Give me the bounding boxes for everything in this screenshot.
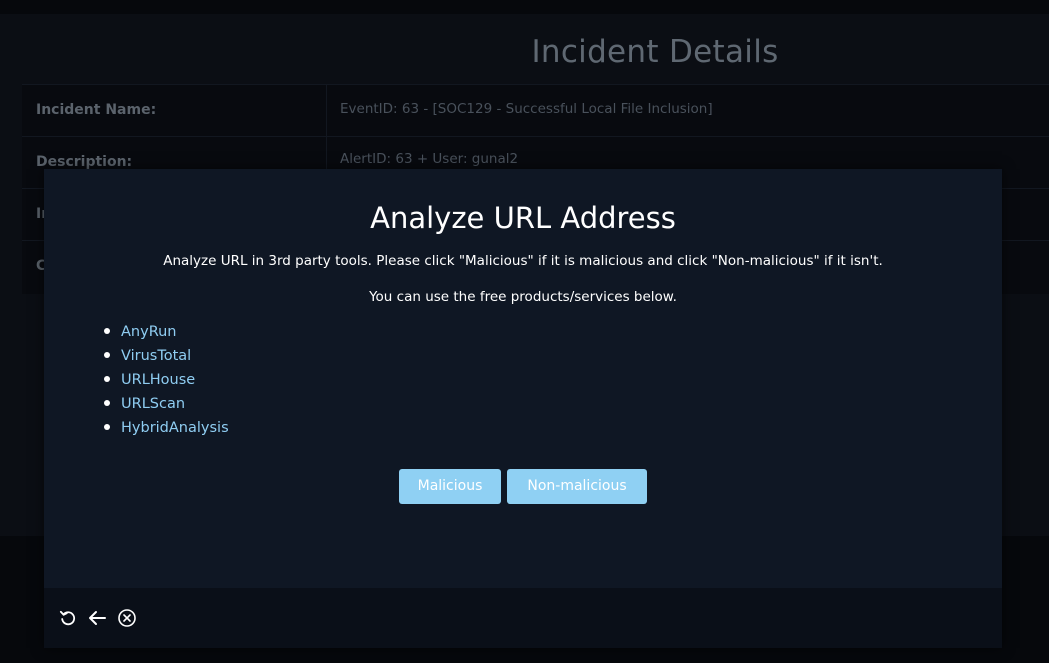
tool-link-hybridanalysis[interactable]: HybridAnalysis <box>121 420 229 436</box>
modal-instructions: Analyze URL in 3rd party tools. Please c… <box>163 253 883 269</box>
list-item: AnyRun <box>102 319 229 343</box>
list-item: HybridAnalysis <box>102 415 229 439</box>
bullet-icon <box>104 352 110 358</box>
tools-list: AnyRun VirusTotal URLHouse URLScan Hybri… <box>102 319 229 439</box>
tool-link-urlhouse[interactable]: URLHouse <box>121 372 195 388</box>
bullet-icon <box>104 376 110 382</box>
tool-link-virustotal[interactable]: VirusTotal <box>121 348 191 364</box>
modal-title: Analyze URL Address <box>370 201 676 235</box>
row-label: Incident Name: <box>36 102 157 118</box>
page-title: Incident Details <box>531 34 779 70</box>
bullet-icon <box>104 328 110 334</box>
row-value: AlertID: 63 + User: gunal2 <box>340 151 519 167</box>
row-value: EventID: 63 - [SOC129 - Successful Local… <box>340 101 713 117</box>
list-item: VirusTotal <box>102 343 229 367</box>
tool-link-anyrun[interactable]: AnyRun <box>121 324 177 340</box>
modal-footer <box>44 588 1002 648</box>
list-item: URLScan <box>102 391 229 415</box>
restart-icon[interactable] <box>57 607 79 629</box>
tool-link-urlscan[interactable]: URLScan <box>121 396 185 412</box>
malicious-button[interactable]: Malicious <box>399 469 501 504</box>
analyze-url-modal: Analyze URL Address Analyze URL in 3rd p… <box>44 169 1002 648</box>
non-malicious-button[interactable]: Non-malicious <box>507 469 647 504</box>
back-arrow-icon[interactable] <box>86 607 108 629</box>
bullet-icon <box>104 424 110 430</box>
page: Incident Details Incident Name: EventID:… <box>0 0 1049 663</box>
table-row: Incident Name: EventID: 63 - [SOC129 - S… <box>22 84 1049 137</box>
bullet-icon <box>104 400 110 406</box>
row-label: Description: <box>36 154 133 170</box>
close-circle-icon[interactable] <box>116 607 138 629</box>
list-item: URLHouse <box>102 367 229 391</box>
modal-subtitle: You can use the free products/services b… <box>369 289 677 305</box>
